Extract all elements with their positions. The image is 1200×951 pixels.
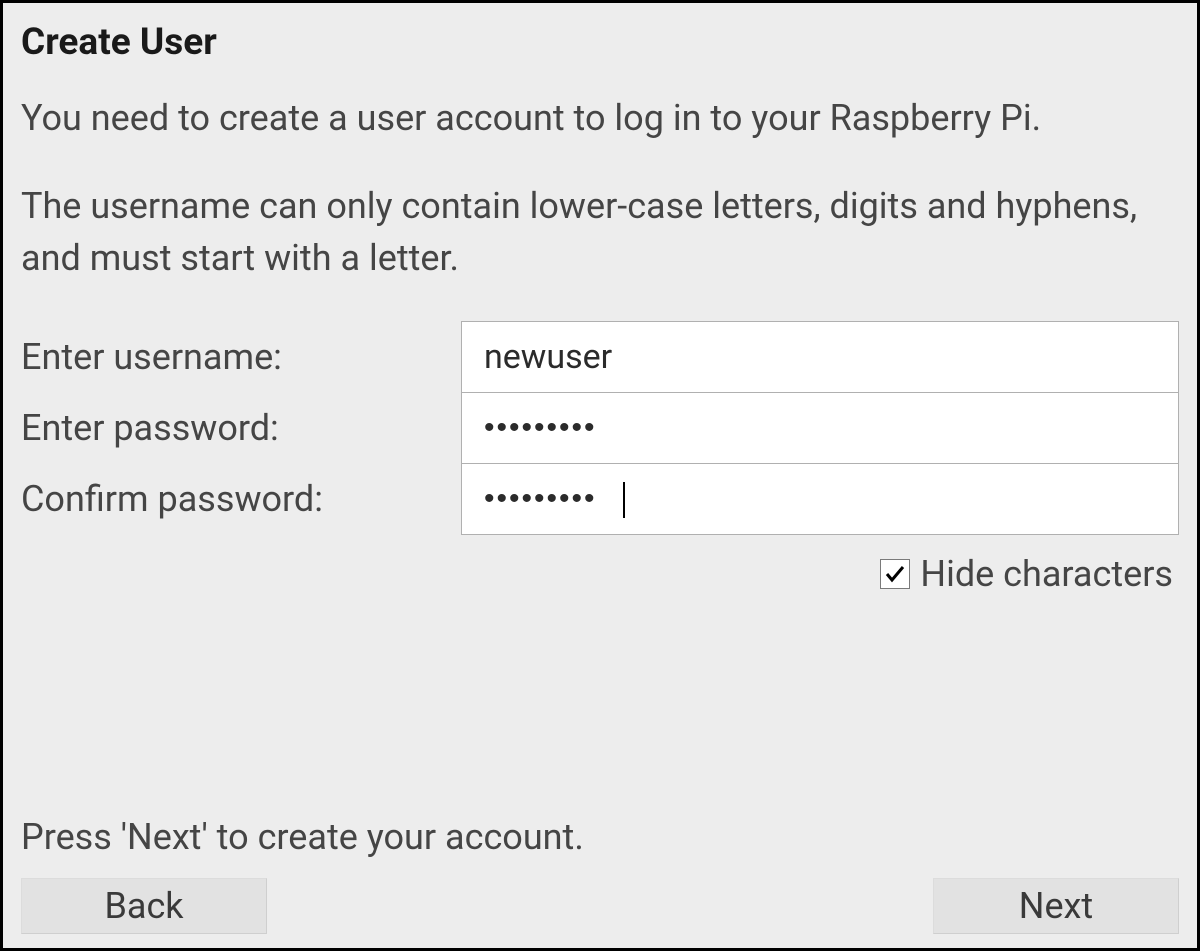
confirm-password-input[interactable] [461, 463, 1179, 535]
dialog-rules: The username can only contain lower-case… [21, 180, 1179, 284]
password-row: Enter password: [21, 393, 1179, 464]
text-cursor [623, 482, 625, 518]
checkmark-icon [883, 562, 907, 586]
dialog-description: You need to create a user account to log… [21, 92, 1179, 144]
hide-characters-row: Hide characters [21, 553, 1179, 595]
create-user-dialog: Create User You need to create a user ac… [0, 0, 1200, 951]
hide-characters-checkbox[interactable] [880, 559, 910, 589]
password-label: Enter password: [21, 407, 461, 449]
next-button[interactable]: Next [933, 878, 1179, 934]
username-row: Enter username: [21, 321, 1179, 393]
username-input[interactable] [461, 321, 1179, 393]
confirm-password-label: Confirm password: [21, 478, 461, 520]
dialog-title: Create User [21, 21, 1179, 64]
hide-characters-label: Hide characters [920, 553, 1179, 595]
instruction-text: Press 'Next' to create your account. [21, 816, 1179, 858]
back-button[interactable]: Back [21, 878, 267, 934]
button-row: Back Next [21, 878, 1179, 934]
form-table: Enter username: Enter password: Confirm … [21, 321, 1179, 535]
confirm-row: Confirm password: [21, 464, 1179, 535]
password-input[interactable] [461, 392, 1179, 464]
username-label: Enter username: [21, 336, 461, 378]
